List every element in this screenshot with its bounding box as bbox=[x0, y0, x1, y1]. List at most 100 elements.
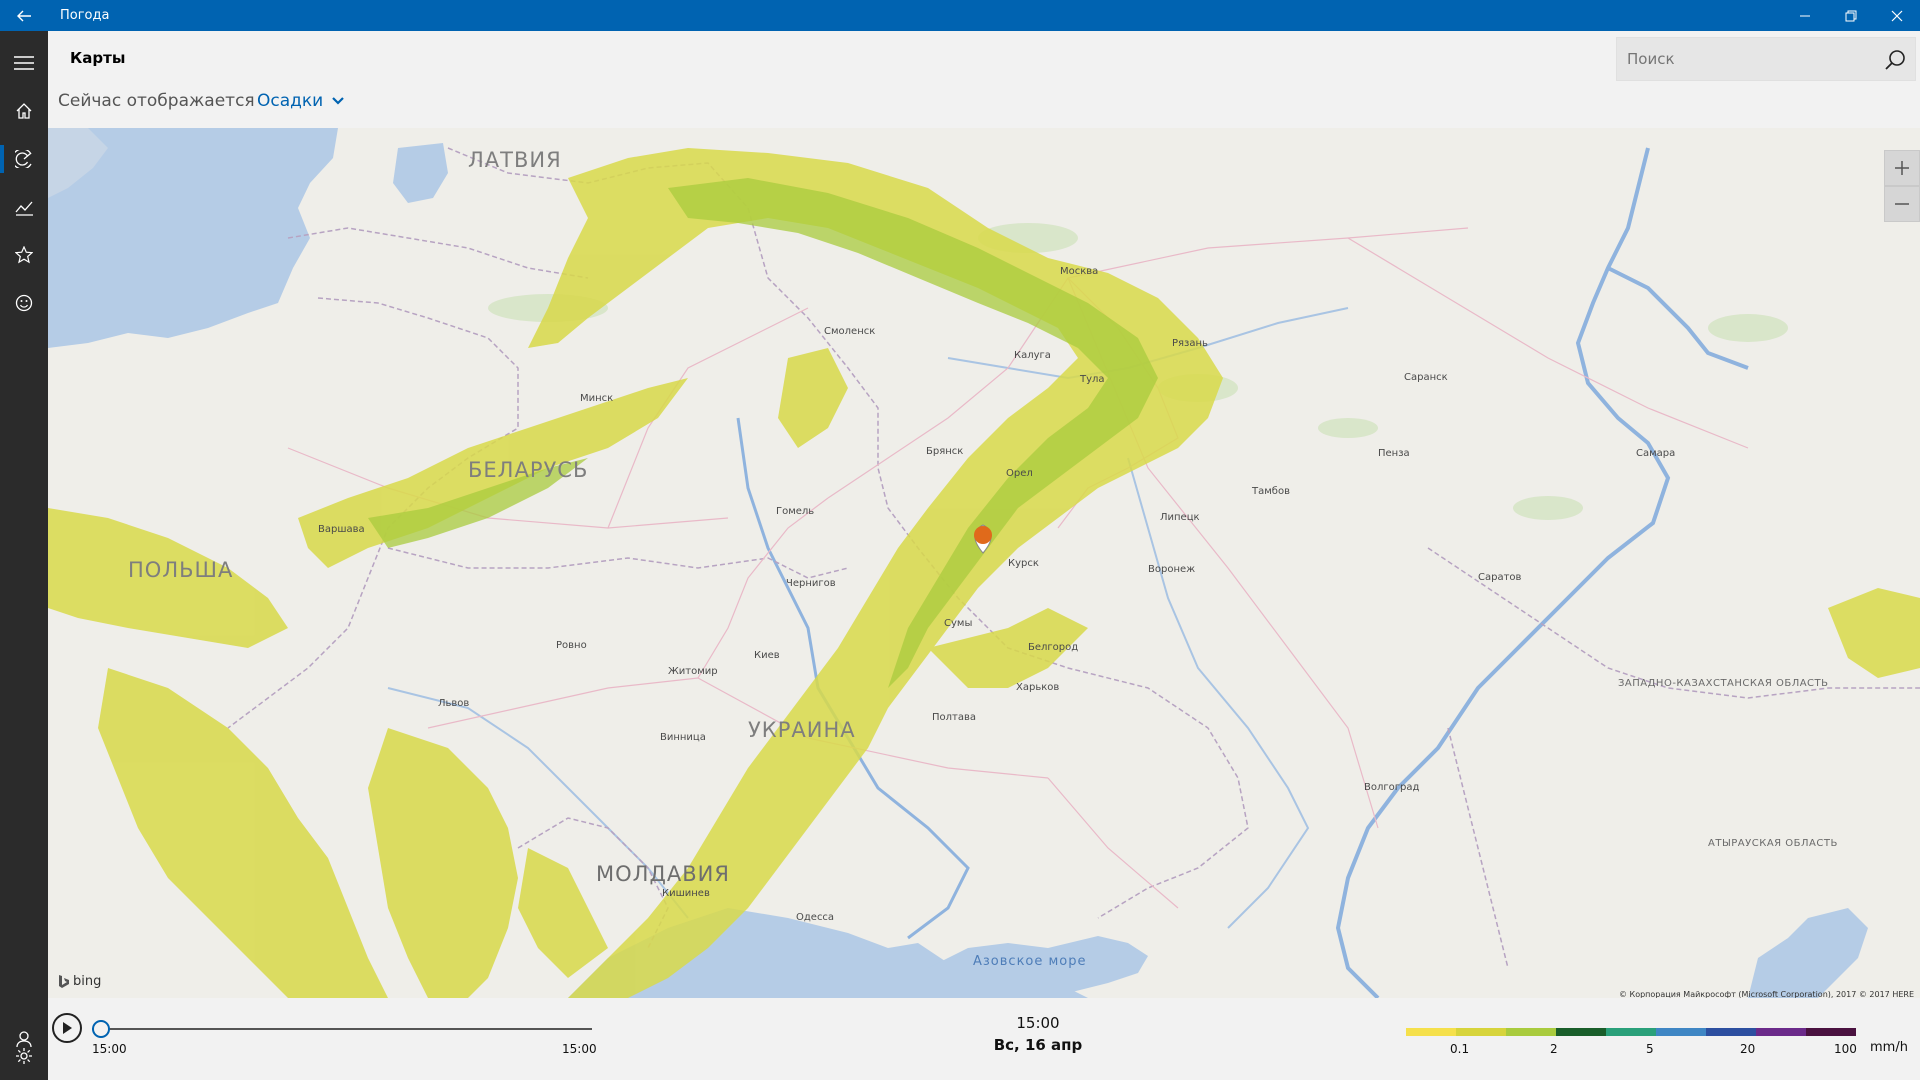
timeline-bar: 15:00 15:00 15:00 Вс, 16 апр 0.1 2 5 20 … bbox=[48, 998, 1920, 1080]
country-label-latvia: ЛАТВИЯ bbox=[468, 148, 562, 172]
search-box[interactable] bbox=[1616, 37, 1916, 81]
hamburger-icon bbox=[14, 56, 34, 70]
city-label: Чернигов bbox=[786, 578, 836, 589]
city-label: Пенза bbox=[1378, 448, 1410, 459]
smiley-icon bbox=[15, 294, 33, 312]
legend-color-segment bbox=[1706, 1028, 1756, 1036]
timeline-thumb[interactable] bbox=[92, 1020, 110, 1038]
play-button[interactable] bbox=[52, 1013, 82, 1043]
city-label: Саранск bbox=[1404, 372, 1448, 383]
legend-tick: 2 bbox=[1550, 1042, 1558, 1056]
chevron-down-icon bbox=[332, 97, 344, 105]
legend-tick: 0.1 bbox=[1450, 1042, 1470, 1056]
legend-color-segment bbox=[1656, 1028, 1706, 1036]
zoom-in-button[interactable] bbox=[1884, 150, 1920, 186]
search-icon[interactable] bbox=[1883, 48, 1907, 72]
showing-label: Сейчас отображается bbox=[58, 91, 255, 111]
weather-map[interactable]: ЛАТВИЯ ПОЛЬША БЕЛАРУСЬ УКРАИНА МОЛДАВИЯ … bbox=[48, 128, 1920, 998]
timeline-start-label: 15:00 bbox=[92, 1042, 127, 1056]
plus-icon bbox=[1895, 161, 1909, 175]
region-label-atyrau: АТЫРАУСКАЯ ОБЛАСТЬ bbox=[1708, 838, 1838, 849]
zoom-out-button[interactable] bbox=[1884, 186, 1920, 222]
back-button[interactable] bbox=[0, 0, 48, 31]
city-label: Тамбов bbox=[1252, 486, 1290, 497]
restore-icon bbox=[1845, 10, 1857, 21]
current-time: 15:00 bbox=[1016, 1014, 1060, 1032]
layer-dropdown[interactable]: Осадки bbox=[257, 91, 345, 111]
close-button[interactable] bbox=[1874, 0, 1920, 31]
city-label: Полтава bbox=[932, 712, 977, 723]
bing-logo: bing bbox=[58, 974, 101, 989]
current-date: Вс, 16 апр bbox=[993, 1036, 1083, 1054]
legend-color-segment bbox=[1406, 1028, 1456, 1036]
legend-color-segment bbox=[1806, 1028, 1856, 1036]
search-input[interactable] bbox=[1617, 38, 1873, 80]
legend-color-segment bbox=[1756, 1028, 1806, 1036]
map-base bbox=[48, 128, 1920, 998]
home-icon bbox=[16, 103, 32, 119]
city-label: Тула bbox=[1080, 374, 1105, 385]
city-label: Белгород bbox=[1028, 642, 1079, 653]
nav-life[interactable] bbox=[0, 279, 48, 327]
nav-maps[interactable] bbox=[0, 135, 48, 183]
city-label: Липецк bbox=[1160, 512, 1200, 523]
restore-button[interactable] bbox=[1828, 0, 1874, 31]
country-label-moldova: МОЛДАВИЯ bbox=[596, 862, 730, 886]
city-label: Варшава bbox=[318, 524, 365, 535]
left-navigation bbox=[0, 31, 48, 1080]
nav-favorites[interactable] bbox=[0, 231, 48, 279]
legend-tick: 5 bbox=[1646, 1042, 1654, 1056]
legend-unit: mm/h bbox=[1870, 1040, 1908, 1055]
page-title: Карты bbox=[70, 49, 126, 67]
legend-color-segment bbox=[1556, 1028, 1606, 1036]
city-label: Калуга bbox=[1014, 350, 1051, 361]
city-label: Ровно bbox=[556, 640, 587, 651]
region-label-west-kazakhstan: ЗАПАДНО-КАЗАХСТАНСКАЯ ОБЛАСТЬ bbox=[1618, 678, 1829, 689]
city-label: Кишинев bbox=[662, 888, 710, 899]
city-label: Орел bbox=[1006, 468, 1033, 479]
sea-label-azov: Азовское море bbox=[973, 954, 1087, 969]
app-title: Погода bbox=[60, 8, 110, 23]
country-label-ukraine: УКРАИНА bbox=[748, 718, 856, 742]
city-label: Винница bbox=[660, 732, 706, 743]
close-icon bbox=[1891, 10, 1903, 21]
bing-text: bing bbox=[73, 974, 102, 989]
city-label: Волгоград bbox=[1364, 782, 1420, 793]
country-label-poland: ПОЛЬША bbox=[128, 558, 234, 582]
city-label: Минск bbox=[580, 393, 614, 404]
city-label: Рязань bbox=[1172, 338, 1208, 349]
timeline-end-label: 15:00 bbox=[562, 1042, 597, 1056]
city-label: Киев bbox=[754, 650, 780, 661]
star-icon bbox=[15, 246, 33, 264]
minimize-button[interactable] bbox=[1782, 0, 1828, 31]
chart-icon bbox=[15, 201, 33, 216]
radar-icon bbox=[15, 150, 32, 168]
settings-icon bbox=[16, 1048, 32, 1064]
hamburger-menu-button[interactable] bbox=[0, 39, 48, 87]
map-copyright: © Корпорация Майкрософт (Microsoft Corpo… bbox=[1618, 990, 1914, 998]
nav-forecast[interactable] bbox=[0, 87, 48, 135]
legend-color-segment bbox=[1606, 1028, 1656, 1036]
city-label: Одесса bbox=[796, 912, 835, 923]
city-label: Курск bbox=[1008, 558, 1039, 569]
legend-tick: 20 bbox=[1740, 1042, 1756, 1056]
legend-color-segment bbox=[1506, 1028, 1556, 1036]
city-label: Самара bbox=[1636, 448, 1676, 459]
city-label: Гомель bbox=[776, 506, 815, 517]
city-label: Львов bbox=[438, 698, 470, 709]
minimize-icon bbox=[1800, 15, 1810, 16]
minus-icon bbox=[1895, 203, 1909, 205]
city-label: Саратов bbox=[1478, 572, 1522, 583]
back-arrow-icon bbox=[17, 10, 31, 21]
title-bar: Погода bbox=[0, 0, 1920, 31]
bing-icon bbox=[59, 974, 69, 988]
nav-settings[interactable] bbox=[0, 1032, 48, 1080]
timeline-track[interactable] bbox=[92, 1028, 592, 1030]
city-label: Москва bbox=[1060, 266, 1099, 277]
city-label: Смоленск bbox=[824, 326, 876, 337]
nav-historical[interactable] bbox=[0, 183, 48, 231]
layer-selected-value: Осадки bbox=[257, 91, 324, 111]
legend-color-segment bbox=[1456, 1028, 1506, 1036]
zoom-controls bbox=[1884, 150, 1920, 222]
page-header: Карты Сейчас отображается Осадки bbox=[48, 31, 1920, 113]
